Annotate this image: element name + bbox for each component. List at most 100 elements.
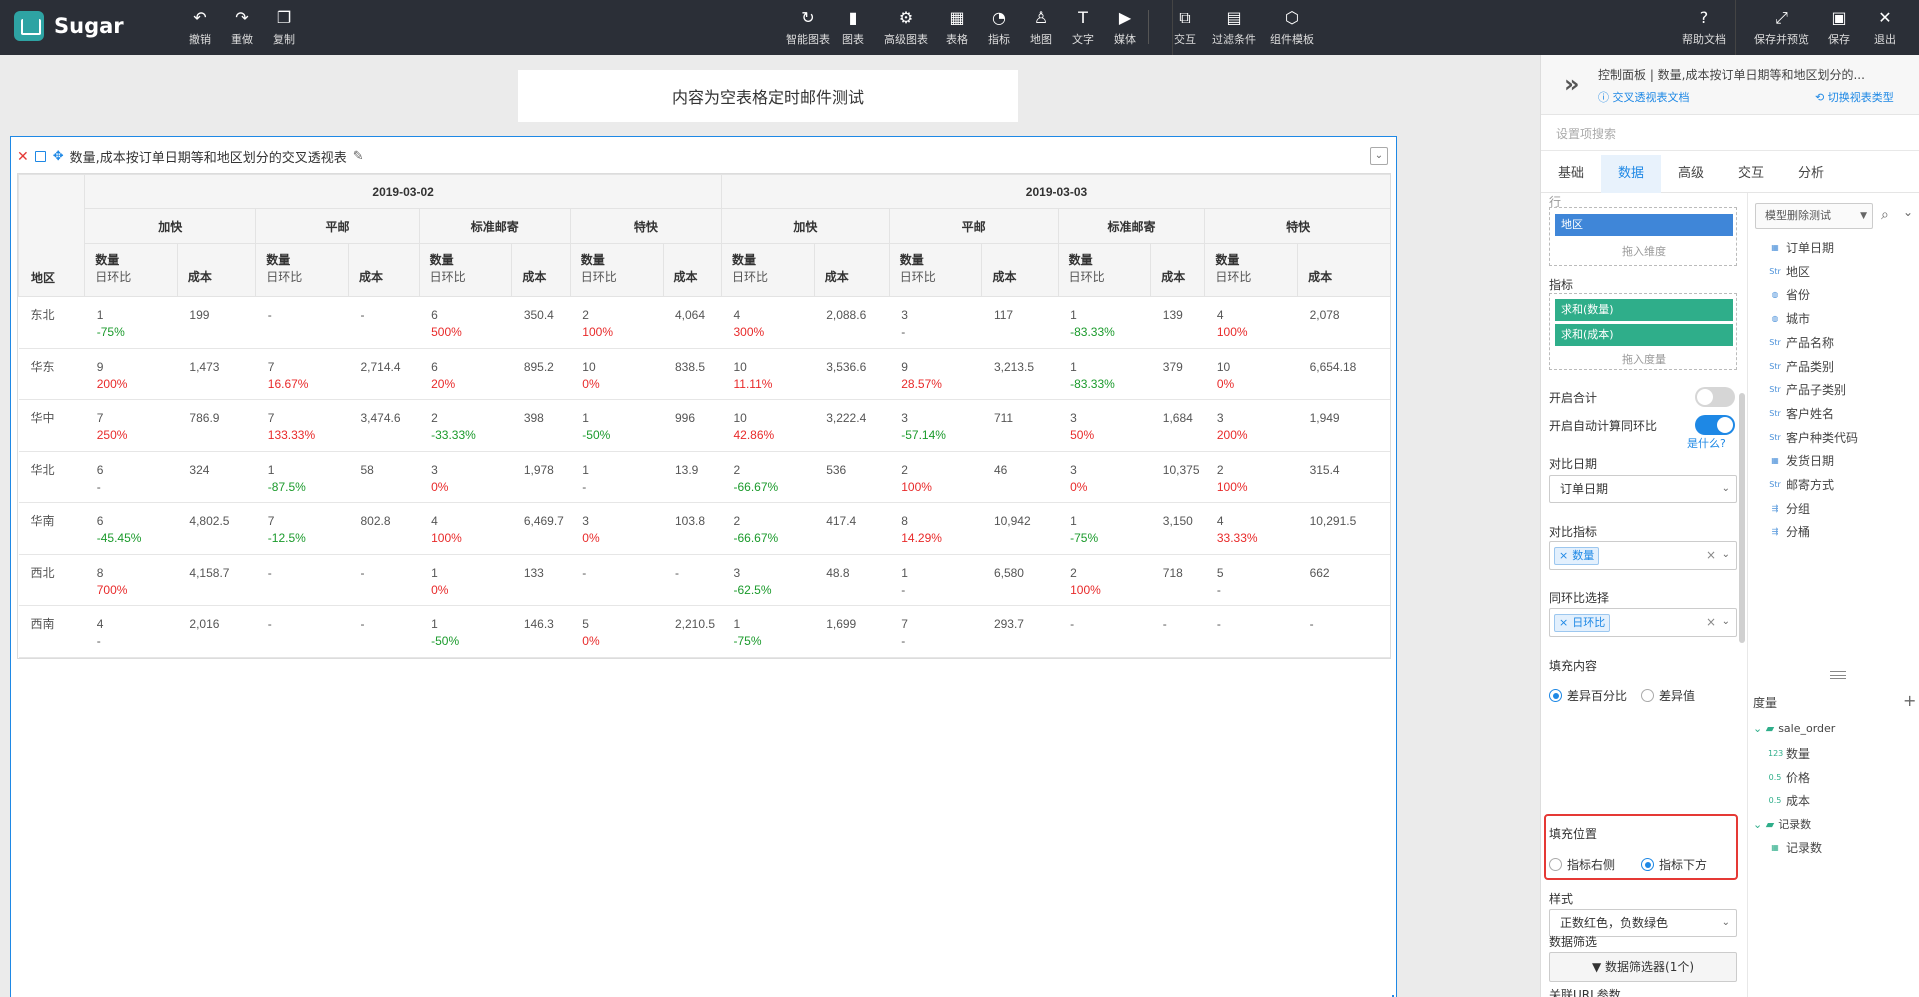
quantity-value: -: [1216, 617, 1221, 631]
compare-metric-select[interactable]: × 数量 × ⌄: [1549, 541, 1737, 570]
chevron-down-icon[interactable]: ⌄: [1903, 205, 1913, 219]
pivot-doc-link[interactable]: ⓘ 交叉透视表文档: [1598, 89, 1690, 105]
field-item[interactable]: Str 邮寄方式: [1768, 476, 1834, 493]
clear-icon[interactable]: ×: [1706, 609, 1716, 635]
toolbar-center-button-0[interactable]: ↻ 智能图表: [786, 8, 830, 47]
folder-sale-order[interactable]: ⌄ ▰ sale_order: [1753, 722, 1835, 735]
toolbar-left-button-2[interactable]: ❐ 复制: [273, 8, 295, 47]
delete-icon[interactable]: ✕: [17, 149, 29, 165]
field-item[interactable]: Str 产品类别: [1768, 358, 1834, 375]
copy-icon: ❐: [276, 8, 292, 27]
field-name: 客户种类代码: [1786, 430, 1859, 445]
toolbar-center-button-2[interactable]: ⚙ 高级图表: [884, 8, 928, 47]
copy-widget-icon[interactable]: [34, 151, 46, 162]
expand-icon[interactable]: ✥: [53, 149, 64, 164]
field-item[interactable]: ◍ 省份: [1768, 286, 1811, 303]
cost-header: 成本: [813, 243, 890, 297]
quantity-cell: 9 200%: [84, 348, 178, 400]
toolbar-center-button-4[interactable]: ◔ 指标: [988, 8, 1010, 47]
tab-interaction[interactable]: 交互: [1721, 155, 1781, 193]
what-is-link[interactable]: 是什么?: [1687, 435, 1726, 451]
field-item[interactable]: Str 客户种类代码: [1768, 429, 1858, 446]
compare-type-select[interactable]: × 日环比 × ⌄: [1549, 608, 1737, 637]
data-filter-button[interactable]: ▼ 数据筛选器(1个): [1549, 952, 1737, 982]
record-item[interactable]: ▦ 记录数: [1768, 839, 1822, 856]
toolbar-separator: [1172, 0, 1173, 55]
total-toggle[interactable]: [1695, 387, 1735, 407]
measure-section-label: 度量: [1753, 696, 1778, 710]
cost-cell: 4,802.5: [177, 502, 256, 555]
quantity-value: 10: [733, 411, 747, 425]
toolbar-right-button-2[interactable]: ▣ 保存: [1828, 8, 1850, 47]
edit-title-icon[interactable]: ✎: [353, 149, 364, 164]
tab-advanced[interactable]: 高级: [1661, 155, 1721, 193]
dimension-pill-region[interactable]: 地区: [1555, 214, 1733, 236]
settings-search-input[interactable]: 设置项搜索: [1541, 119, 1919, 151]
toolbar-center-button-6[interactable]: T 文字: [1072, 8, 1094, 47]
field-item[interactable]: Str 客户姓名: [1768, 405, 1834, 422]
compare-metric-tag[interactable]: × 数量: [1554, 547, 1600, 565]
measure-dropzone[interactable]: 求和(数量) 求和(成本) 拖入度量: [1549, 293, 1737, 370]
toolbar-center2-button-2[interactable]: ⬡ 组件模板: [1270, 8, 1314, 47]
toolbar-center-button-1[interactable]: ▮ 图表: [842, 8, 864, 47]
radio-diff-percent[interactable]: 差异百分比: [1549, 687, 1627, 704]
model-select[interactable]: 模型删除测试 ▼: [1755, 203, 1873, 229]
compare-date-select[interactable]: 订单日期 ⌄: [1549, 475, 1737, 503]
toolbar-center-button-3[interactable]: ▦ 表格: [946, 8, 968, 47]
radio-metric-right[interactable]: 指标右侧: [1549, 856, 1615, 873]
toolbar-center-button-7[interactable]: ▶ 媒体: [1114, 8, 1136, 47]
caret-down-icon: ▼: [1860, 211, 1867, 221]
toolbar-left-button-0[interactable]: ↶ 撤销: [189, 8, 211, 47]
field-item[interactable]: Str 产品名称: [1768, 334, 1834, 351]
compare-type-tag[interactable]: × 日环比: [1554, 614, 1611, 632]
toolbar-right-button-1[interactable]: ⤢ 保存并预览: [1754, 8, 1809, 47]
switch-type-link[interactable]: ⟲ 切换视表类型: [1815, 89, 1894, 105]
auto-compare-toggle[interactable]: [1695, 415, 1735, 435]
tab-data[interactable]: 数据: [1601, 155, 1661, 193]
field-item[interactable]: ⇶ 分组: [1768, 500, 1810, 517]
toolbar-center-button-5[interactable]: ♙ 地图: [1030, 8, 1052, 47]
field-item[interactable]: ⇶ 分桶: [1768, 523, 1810, 540]
measure-item[interactable]: 0.5 成本: [1768, 792, 1810, 809]
field-item[interactable]: Str 产品子类别: [1768, 381, 1846, 398]
toolbar-left-button-1[interactable]: ↷ 重做: [231, 8, 253, 47]
metric-pill-quantity[interactable]: 求和(数量): [1555, 299, 1733, 321]
table-row: 华南 6 -45.45% 4,802.5 7 -12.5% 802.8 4 100% 6,469.…: [18, 502, 1390, 555]
field-item[interactable]: ◍ 城市: [1768, 310, 1811, 327]
toolbar-center2-button-1[interactable]: ▤ 过滤条件: [1212, 8, 1256, 47]
quantity-header-label: 数量: [899, 253, 924, 267]
collapse-panel-icon[interactable]: »: [1564, 70, 1580, 98]
toolbar-right-button-0[interactable]: ? 帮助文档: [1682, 8, 1726, 47]
title-card[interactable]: 内容为空表格定时邮件测试: [518, 70, 1018, 122]
search-icon[interactable]: ⌕: [1881, 207, 1889, 223]
measure-item[interactable]: 123 数量: [1768, 745, 1810, 762]
field-item[interactable]: ▦ 发货日期: [1768, 452, 1834, 469]
settings-scrollbar[interactable]: [1739, 393, 1745, 643]
folder-record-count[interactable]: ⌄ ▰ 记录数: [1753, 816, 1811, 832]
toolbar-label: 指标: [988, 33, 1010, 46]
quantity-value: 5: [1216, 565, 1224, 580]
dimension-dropzone[interactable]: 地区 拖入维度: [1549, 207, 1737, 266]
measure-item[interactable]: 0.5 价格: [1768, 769, 1810, 786]
toolbar-center2-button-0[interactable]: ⧉ 交互: [1174, 8, 1196, 47]
tab-analysis[interactable]: 分析: [1781, 155, 1841, 193]
metric-pill-cost[interactable]: 求和(成本): [1555, 324, 1733, 346]
radio-diff-value[interactable]: 差异值: [1641, 687, 1695, 704]
chevron-down-icon[interactable]: ⌄: [1370, 147, 1388, 165]
folder-name: 记录数: [1778, 818, 1812, 831]
field-item[interactable]: Str 地区: [1768, 263, 1810, 280]
compare-value: -75%: [733, 634, 762, 648]
quantity-value: 7: [267, 359, 275, 374]
add-measure-icon[interactable]: +: [1903, 691, 1916, 710]
pivot-table-widget[interactable]: ✕ ✥ 数量,成本按订单日期等和地区划分的交叉透视表 ✎ ⌄ 地区 2019-03…: [10, 136, 1397, 997]
tag-remove-icon[interactable]: ×: [1559, 616, 1568, 629]
cost-cell: 10,291.5: [1297, 502, 1390, 555]
field-item[interactable]: ▦ 订单日期: [1768, 239, 1834, 256]
tab-basic[interactable]: 基础: [1541, 155, 1601, 193]
radio-metric-below[interactable]: 指标下方: [1641, 856, 1707, 873]
clear-icon[interactable]: ×: [1706, 542, 1716, 568]
tag-remove-icon[interactable]: ×: [1559, 549, 1568, 562]
toolbar-right-button-3[interactable]: ✕ 退出: [1874, 8, 1896, 47]
ship-mode-header: 特快: [569, 208, 723, 244]
drag-handle[interactable]: [1830, 671, 1846, 679]
